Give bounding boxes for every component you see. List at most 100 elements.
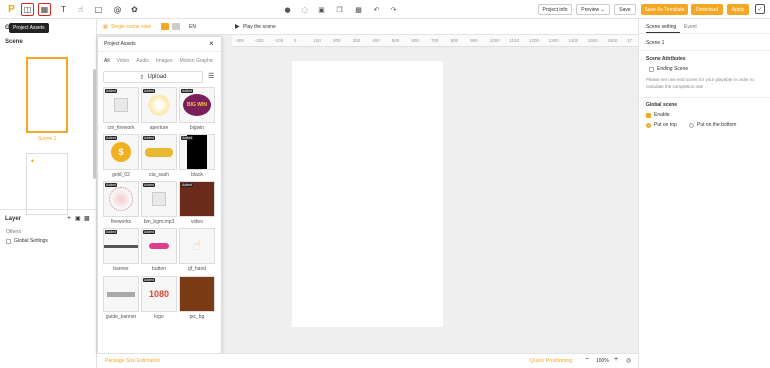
- effects-icon[interactable]: ✿: [128, 3, 141, 16]
- asset-tab-images[interactable]: Images: [156, 58, 172, 64]
- asset-thumbnail[interactable]: 1080 Added: [141, 276, 177, 312]
- align-icon[interactable]: ●: [283, 5, 292, 14]
- asset-item[interactable]: Added black: [179, 134, 215, 178]
- asset-thumbnail[interactable]: Added: [103, 181, 139, 217]
- asset-item[interactable]: 1080 Added logo: [141, 276, 177, 320]
- zoom-level[interactable]: 100%: [596, 358, 609, 364]
- project-assets-icon[interactable]: ◫: [21, 3, 34, 16]
- folder-icon[interactable]: ▣: [75, 215, 81, 222]
- asset-item[interactable]: Added video: [179, 181, 215, 225]
- asset-item[interactable]: Added cta_sash: [141, 134, 177, 178]
- asset-item[interactable]: Added fireworks: [103, 181, 139, 225]
- download-button[interactable]: Download: [691, 4, 723, 15]
- quick-positioning-button[interactable]: Quick Positioning: [530, 358, 573, 364]
- asset-thumbnail[interactable]: Added: [141, 228, 177, 264]
- asset-item[interactable]: guide_banner: [103, 276, 139, 320]
- asset-thumbnail[interactable]: [103, 276, 139, 312]
- zoom-out-button[interactable]: −: [585, 356, 589, 363]
- upload-button[interactable]: ⇧ Upload: [103, 71, 203, 83]
- text-icon[interactable]: T: [57, 3, 70, 16]
- package-size-link[interactable]: Package Size Estimation: [105, 358, 160, 364]
- asset-thumbnail[interactable]: Added: [141, 134, 177, 170]
- asset-item[interactable]: Added button: [141, 228, 177, 272]
- asset-item[interactable]: pic_bg: [179, 276, 215, 320]
- put-on-top-option[interactable]: Put on top: [646, 122, 677, 128]
- checklist-icon[interactable]: ✓: [755, 4, 765, 14]
- scene-stage[interactable]: [292, 61, 443, 327]
- ending-scene-checkbox[interactable]: [649, 66, 654, 72]
- asset-item[interactable]: ☝ gf_hand: [179, 228, 215, 272]
- close-icon[interactable]: ×: [209, 39, 214, 48]
- undo-icon[interactable]: ↶: [372, 5, 381, 14]
- added-badge: Added: [143, 136, 156, 140]
- apply-button[interactable]: Apply: [727, 4, 749, 15]
- enable-label: Enable: [654, 112, 670, 118]
- asset-thumbnail[interactable]: BIG WIN Added: [179, 87, 215, 123]
- put-on-top-radio[interactable]: [646, 122, 651, 128]
- folder-icon[interactable]: ▣: [317, 5, 326, 14]
- asset-name: guide_banner: [105, 314, 137, 320]
- asset-item[interactable]: Added bm_bgm.mp3: [141, 181, 177, 225]
- language-select[interactable]: EN: [189, 24, 196, 30]
- asset-thumbnail[interactable]: Added: [103, 228, 139, 264]
- tab-scene-setting[interactable]: Scene setting: [646, 24, 676, 30]
- scrollbar[interactable]: [93, 69, 96, 179]
- preview-button[interactable]: Preview ⌄: [576, 4, 610, 15]
- save-button[interactable]: Save: [614, 4, 636, 15]
- save-as-template-button[interactable]: Save As Template: [641, 4, 688, 15]
- asset-item[interactable]: Added cm_firework: [103, 87, 139, 131]
- asset-thumbnail[interactable]: Added: [103, 87, 139, 123]
- enable-option[interactable]: Enable: [646, 112, 670, 118]
- view-mode-icon[interactable]: [161, 23, 169, 30]
- fit-screen-icon[interactable]: ◎: [626, 357, 631, 364]
- play-icon[interactable]: ▶: [235, 23, 240, 30]
- asset-tab-audio[interactable]: Audio: [136, 58, 149, 64]
- asset-item[interactable]: $ Added gold_02: [103, 134, 139, 178]
- asset-thumbnail[interactable]: Added: [179, 181, 215, 217]
- added-badge: Added: [105, 183, 118, 187]
- asset-item[interactable]: BIG WIN Added bigwin: [179, 87, 215, 131]
- zoom-in-button[interactable]: +: [614, 356, 618, 363]
- ending-scene-option[interactable]: Ending Scene: [649, 66, 688, 72]
- redo-icon[interactable]: ↷: [389, 5, 398, 14]
- asset-name: gold_02: [112, 172, 130, 178]
- copy-icon[interactable]: ❐: [335, 5, 344, 14]
- global-settings-row[interactable]: Global Settings: [6, 238, 48, 244]
- asset-tab-video[interactable]: Video: [117, 58, 130, 64]
- lock-icon[interactable]: ◌: [300, 5, 309, 14]
- single-scene-view-toggle[interactable]: Single scene view: [111, 24, 151, 30]
- ruler-tick: 100: [313, 38, 321, 43]
- enable-checkbox[interactable]: [646, 112, 651, 118]
- asset-tab-all[interactable]: All: [104, 58, 110, 64]
- interaction-icon[interactable]: ☝: [74, 3, 87, 16]
- filter-icon[interactable]: ☰: [208, 72, 214, 80]
- components-icon[interactable]: ▦: [38, 3, 51, 16]
- asset-item[interactable]: Added aperture: [141, 87, 177, 131]
- ending-scene-note: Please set one end scene for your playab…: [646, 77, 754, 90]
- scene-2-thumbnail[interactable]: ✦: [26, 153, 68, 215]
- document-icon[interactable]: □: [92, 3, 105, 16]
- delete-icon[interactable]: ▩: [354, 5, 363, 14]
- add-layer-icon[interactable]: +: [67, 215, 71, 222]
- ruler-tick: -100: [274, 38, 284, 43]
- asset-tab-motion-graphic[interactable]: Motion Graphic: [179, 58, 213, 64]
- put-on-bottom-option[interactable]: Put on the bottom: [689, 122, 736, 128]
- project-info-button[interactable]: Project info: [538, 4, 572, 15]
- delete-icon[interactable]: ▩: [84, 215, 90, 222]
- tab-event[interactable]: Event: [684, 24, 697, 30]
- put-on-bottom-radio[interactable]: [689, 122, 694, 128]
- asset-thumbnail[interactable]: $ Added: [103, 134, 139, 170]
- asset-thumbnail[interactable]: ☝: [179, 228, 215, 264]
- asset-thumbnail[interactable]: Added: [141, 181, 177, 217]
- grid-mode-icon[interactable]: [172, 23, 180, 30]
- asset-item[interactable]: Added banner: [103, 228, 139, 272]
- play-scene-button[interactable]: Play the scene: [243, 24, 276, 30]
- scene-1-thumbnail[interactable]: [26, 57, 68, 133]
- asset-thumbnail[interactable]: Added: [141, 87, 177, 123]
- asset-thumbnail[interactable]: [179, 276, 215, 312]
- global-scene-heading: Global scene: [646, 102, 678, 108]
- at-icon[interactable]: @: [111, 3, 124, 16]
- left-panel: G Scene Scene 1 ✦ Layer + ▣ ▩ Others Glo…: [0, 19, 97, 368]
- ending-scene-label: Ending Scene: [657, 66, 689, 72]
- asset-thumbnail[interactable]: Added: [179, 134, 215, 170]
